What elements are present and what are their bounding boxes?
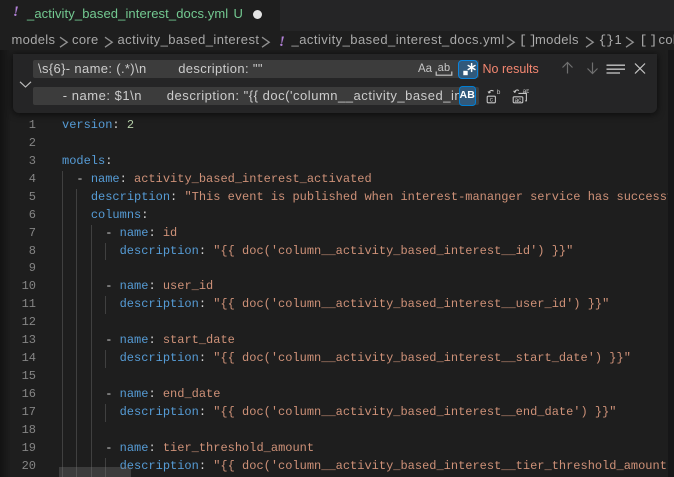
svg-text:ac: ac [515,97,523,104]
svg-text:b: b [497,89,501,96]
svg-text:ab: ab [523,89,529,95]
